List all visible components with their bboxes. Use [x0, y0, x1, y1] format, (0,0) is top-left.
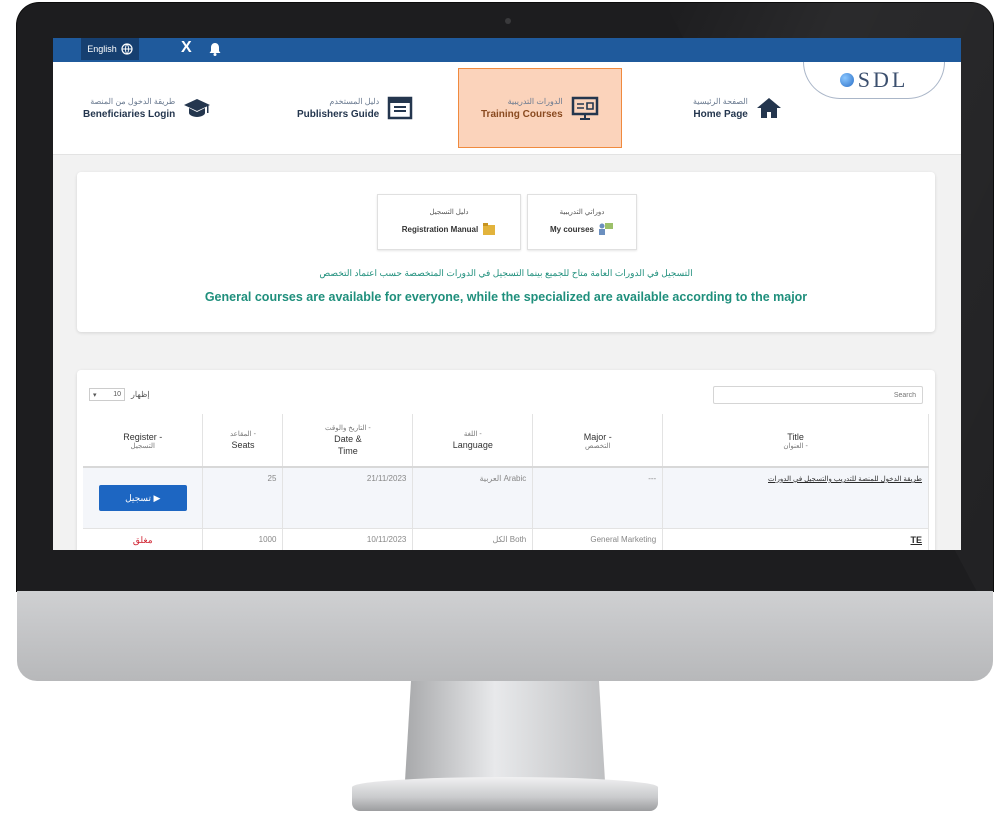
nav-publishers-guide[interactable]: دليل المستخدم Publishers Guide [297, 86, 413, 130]
register-button[interactable]: تسجيل ▶ [98, 485, 187, 511]
teacher-icon [599, 223, 614, 235]
nav-publishers-ar: دليل المستخدم [329, 96, 380, 106]
screen: English X طريقة الدخول من المنصة Benefic… [53, 38, 961, 550]
info-panel: دليل التسجيل Registration Manual دوراتي … [77, 172, 935, 332]
presentation-board-icon [571, 96, 598, 120]
logo-text: SDL [857, 67, 909, 92]
x-social-icon[interactable]: X [181, 39, 192, 57]
home-icon [756, 98, 781, 118]
camera-icon [505, 18, 511, 24]
bell-icon[interactable] [207, 41, 223, 57]
course-title-link[interactable]: طريقة الدخول للمنصة للتدريب والتسجيل في … [768, 476, 922, 483]
nav-beneficiaries-login[interactable]: طريقة الدخول من المنصة Beneficiaries Log… [83, 86, 211, 130]
my-courses-en: My courses [549, 224, 595, 234]
page-length-control: ▾ 10 إظهار [89, 388, 150, 401]
header-register[interactable]: Register - التسجيل [83, 414, 204, 468]
guide-book-icon [388, 96, 413, 120]
seats-cell: 25 [202, 467, 284, 529]
main-navigation: طريقة الدخول من المنصة Beneficiaries Log… [53, 62, 961, 155]
table-row: تسجيل ▶ 25 21/11/2023 العربية Arabic ---… [83, 467, 929, 529]
search-input[interactable] [713, 386, 923, 404]
registration-manual-card[interactable]: دليل التسجيل Registration Manual [377, 194, 521, 250]
courses-table: Register - التسجيل المقاعد - Seats التار… [83, 414, 929, 550]
register-button-label: تسجيل [125, 493, 151, 503]
nav-beneficiaries-en: Beneficiaries Login [83, 108, 176, 120]
header-language[interactable]: اللغة - Language [412, 414, 534, 468]
courses-table-panel: ▾ 10 إظهار Register - التسجيل المقاعد - [77, 370, 935, 550]
header-title[interactable]: Title العنوان - [662, 414, 929, 468]
nav-home-page[interactable]: الصفحة الرئيسية Home Page [693, 86, 782, 130]
course-title-link[interactable]: TE [910, 535, 922, 545]
nav-training-ar: الدورات التدريبية [507, 96, 563, 106]
language-cell: الكل Both [412, 528, 534, 550]
register-closed-cell: مغلق [83, 528, 204, 550]
table-row: مغلق 1000 10/11/2023 الكل Both General M… [83, 528, 929, 550]
nav-home-ar: الصفحة الرئيسية [693, 96, 748, 106]
header-major[interactable]: Major - التخصص [532, 414, 664, 468]
monitor-chin [17, 591, 993, 681]
globe-icon [121, 43, 133, 55]
language-label: English [87, 44, 117, 54]
monitor-stand-neck [405, 681, 605, 781]
page-length-value: 10 [113, 391, 121, 398]
nav-home-en: Home Page [693, 108, 748, 120]
monitor-stand-foot [352, 777, 658, 811]
my-courses-card[interactable]: دوراتي التدريبية My courses [527, 194, 637, 250]
table-header-row: Register - التسجيل المقاعد - Seats التار… [83, 414, 929, 468]
page-length-label: إظهار [131, 390, 150, 399]
reg-manual-ar: دليل التسجيل [429, 209, 469, 216]
page-length-select[interactable]: ▾ 10 [89, 388, 125, 401]
folder-icon [483, 223, 496, 235]
top-bar: English X [53, 38, 961, 62]
notice-english: General courses are available for everyo… [204, 290, 808, 304]
nav-beneficiaries-ar: طريقة الدخول من المنصة [90, 96, 176, 106]
nav-publishers-en: Publishers Guide [297, 108, 380, 120]
logo-globe-icon [839, 73, 854, 87]
header-seats[interactable]: المقاعد - Seats [202, 414, 284, 468]
graduation-cap-icon [184, 99, 211, 117]
notice-arabic: التسجيل في الدورات العامة متاح للجميع بي… [319, 268, 693, 278]
language-toggle-button[interactable]: English [81, 38, 139, 60]
datetime-cell: 21/11/2023 [282, 467, 414, 529]
header-datetime[interactable]: التاريخ والوقت - Date & Time [282, 414, 414, 468]
datetime-cell: 10/11/2023 [282, 528, 414, 550]
nav-training-en: Training Courses [481, 108, 563, 120]
language-cell: العربية Arabic [412, 467, 534, 529]
sdl-logo[interactable]: SDL [803, 62, 945, 99]
chevron-down-icon: ▾ [93, 391, 97, 399]
seats-cell: 1000 [202, 528, 284, 550]
reg-manual-en: Registration Manual [401, 224, 479, 234]
nav-training-courses[interactable]: الدورات التدريبية Training Courses [458, 68, 622, 148]
major-cell: General Marketing [532, 528, 664, 550]
major-cell: --- [532, 467, 664, 529]
my-courses-ar: دوراتي التدريبية [559, 209, 605, 216]
